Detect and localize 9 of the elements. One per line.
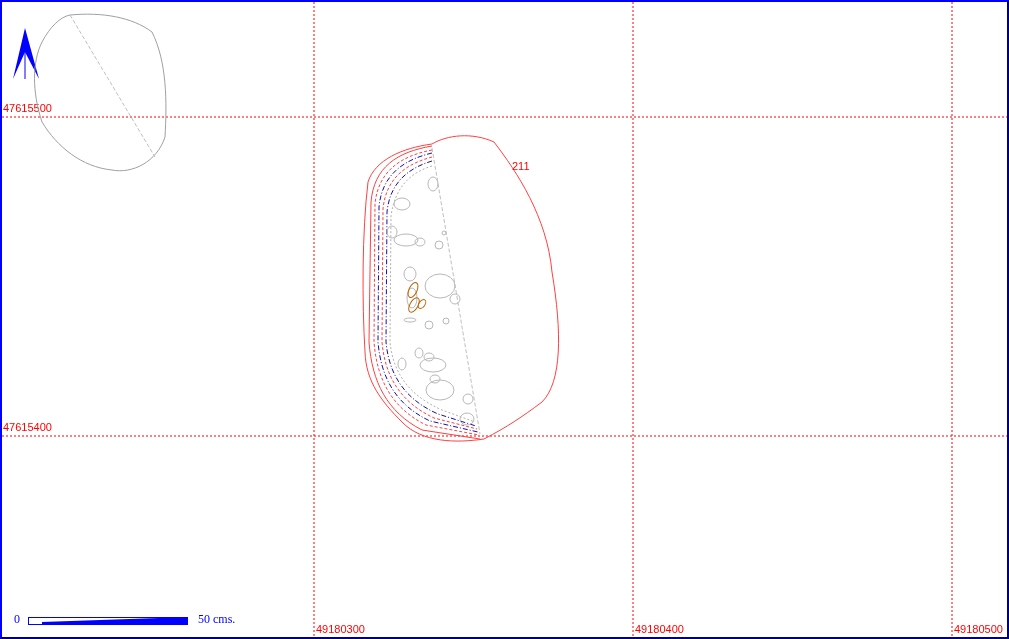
northing-label: 47615500 (3, 102, 52, 114)
north-arrow-icon (13, 28, 39, 80)
easting-label: 49180400 (635, 623, 684, 635)
feature-label: 211 (512, 160, 530, 172)
northing-label: 47615400 (3, 421, 52, 433)
easting-label: 49180500 (954, 623, 1003, 635)
easting-label: 49180300 (316, 623, 365, 635)
scale-end-label: 50 cms. (198, 612, 236, 626)
scale-start-label: 0 (14, 612, 20, 626)
